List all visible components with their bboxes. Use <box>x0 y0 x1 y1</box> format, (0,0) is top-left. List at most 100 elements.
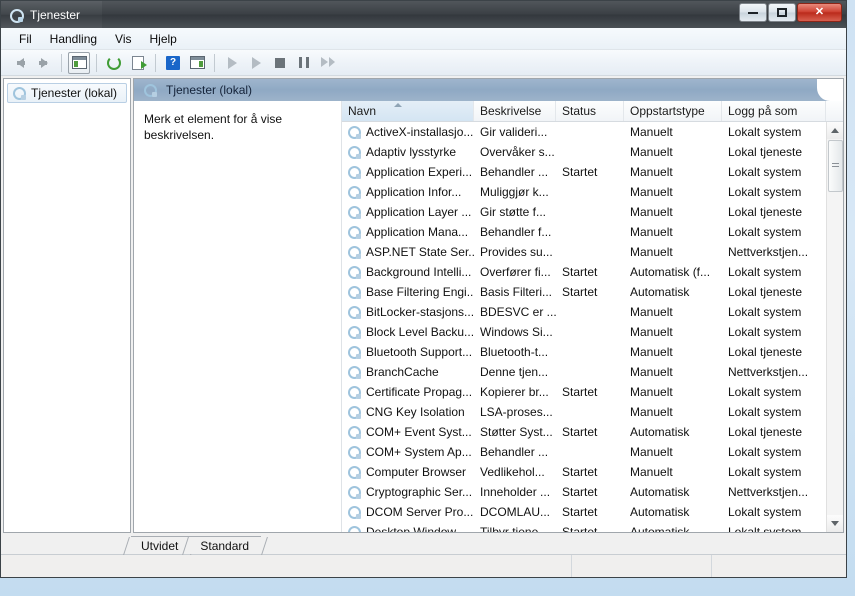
scroll-up-button[interactable] <box>826 122 843 139</box>
table-row[interactable]: DCOM Server Pro... DCOMLAU... Startet Autom… <box>342 502 826 522</box>
cell-logon: Lokal tjeneste <box>728 145 803 159</box>
sort-ascending-icon <box>393 103 402 107</box>
start-service-icon[interactable] <box>221 52 243 74</box>
cell-startup: Manuelt <box>630 325 673 339</box>
restart-service-icon[interactable] <box>317 52 339 74</box>
column-header-status[interactable]: Status <box>556 101 624 121</box>
service-name-label: Base Filtering Engi... <box>366 285 474 299</box>
title-bar: Tjenester ✕ <box>1 1 846 28</box>
tab-standard[interactable]: Standard <box>190 536 262 554</box>
table-row[interactable]: CNG Key Isolation LSA-proses... Manuelt Lok… <box>342 402 826 422</box>
minimize-button[interactable] <box>739 3 767 22</box>
cell-description: Behandler ... <box>480 165 549 179</box>
cell-description: Behandler f... <box>480 225 552 239</box>
resume-service-icon[interactable] <box>245 52 267 74</box>
column-header-oppstartstype[interactable]: Oppstartstype <box>624 101 722 121</box>
cell-status: Startet <box>562 425 598 439</box>
cell-logon: Lokal tjeneste <box>728 345 803 359</box>
table-row[interactable]: Application Infor... Muliggjør k... Manuel… <box>342 182 826 202</box>
service-name-label: ActiveX-installasjo... <box>366 125 474 139</box>
export-list-icon[interactable] <box>127 52 149 74</box>
cell-description: DCOMLAU... <box>480 505 551 519</box>
service-name-label: Block Level Backu... <box>366 325 474 339</box>
service-gear-icon <box>348 525 361 532</box>
scroll-thumb[interactable] <box>828 140 843 192</box>
detail-header: Tjenester (lokal) <box>134 79 843 101</box>
table-row[interactable]: COM+ Event Syst... Støtter Syst... Startet… <box>342 422 826 442</box>
column-header-navn[interactable]: Navn <box>342 101 474 121</box>
cell-logon: Lokalt system <box>728 125 802 139</box>
cell-startup: Manuelt <box>630 365 673 379</box>
status-section-3 <box>711 555 846 577</box>
toolbar-separator <box>214 53 215 72</box>
service-gear-icon <box>348 445 361 459</box>
menu-help[interactable]: Hjelp <box>142 29 185 49</box>
table-row[interactable]: Base Filtering Engi... Basis Filteri... St… <box>342 282 826 302</box>
detail-body: Merk et element for å vise beskrivelsen.… <box>134 101 843 532</box>
cell-logon: Lokal tjeneste <box>728 425 803 439</box>
table-row[interactable]: Application Mana... Behandler f... Manuelt… <box>342 222 826 242</box>
menu-bar: Fil Handling Vis Hjelp <box>1 28 846 50</box>
cell-description: Overvåker s... <box>480 145 555 159</box>
cell-description: Støtter Syst... <box>480 425 553 439</box>
table-row[interactable]: ActiveX-installasjo... Gir valideri... Man… <box>342 122 826 142</box>
service-gear-icon <box>348 485 361 499</box>
help-icon[interactable]: ? <box>162 52 184 74</box>
refresh-icon[interactable] <box>103 52 125 74</box>
table-row[interactable]: Application Experi... Behandler ... Starte… <box>342 162 826 182</box>
tree-node-services-local[interactable]: Tjenester (lokal) <box>7 83 127 103</box>
cell-startup: Manuelt <box>630 405 673 419</box>
menu-file[interactable]: Fil <box>11 29 40 49</box>
table-row[interactable]: Adaptiv lysstyrke Overvåker s... Manuelt Lo… <box>342 142 826 162</box>
cell-logon: Lokalt system <box>728 225 802 239</box>
service-gear-icon <box>348 285 361 299</box>
service-name-label: Application Mana... <box>366 225 469 239</box>
service-gear-icon <box>348 225 361 239</box>
table-row[interactable]: Certificate Propag... Kopierer br... Start… <box>342 382 826 402</box>
properties-icon[interactable] <box>186 52 208 74</box>
scroll-down-button[interactable] <box>826 515 843 532</box>
table-row[interactable]: BitLocker-stasjons... BDESVC er ... Manuel… <box>342 302 826 322</box>
service-gear-icon <box>348 265 361 279</box>
service-name-label: COM+ System Ap... <box>366 445 472 459</box>
maximize-button[interactable] <box>768 3 796 22</box>
table-row[interactable]: Desktop Window ... Tilbyr tjene... Startet… <box>342 522 826 532</box>
table-row[interactable]: COM+ System Ap... Behandler ... Manuelt Lok… <box>342 442 826 462</box>
cell-status: Startet <box>562 505 598 519</box>
table-row[interactable]: Block Level Backu... Windows Si... Manuelt… <box>342 322 826 342</box>
table-row[interactable]: Background Intelli... Overfører fi... Star… <box>342 262 826 282</box>
vertical-scrollbar[interactable] <box>826 122 843 532</box>
stop-service-icon[interactable] <box>269 52 291 74</box>
service-name-label: Application Experi... <box>366 165 473 179</box>
forward-arrow-icon[interactable] <box>33 52 55 74</box>
services-list: Navn Beskrivelse Status Oppstartstype Logg p… <box>342 101 843 532</box>
header-curve-decoration <box>817 79 843 101</box>
cell-logon: Lokalt system <box>728 385 802 399</box>
cell-startup: Manuelt <box>630 145 673 159</box>
back-arrow-icon[interactable] <box>9 52 31 74</box>
cell-status: Startet <box>562 385 598 399</box>
table-row[interactable]: Application Layer ... Gir støtte f... Manu… <box>342 202 826 222</box>
column-header-logg-på-som[interactable]: Logg på som <box>722 101 826 121</box>
table-row[interactable]: Bluetooth Support... Bluetooth-t... Manuel… <box>342 342 826 362</box>
service-gear-icon <box>348 325 361 339</box>
table-row[interactable]: Cryptographic Ser... Inneholder ... Starte… <box>342 482 826 502</box>
cell-startup: Automatisk <box>630 505 690 519</box>
menu-action[interactable]: Handling <box>42 29 105 49</box>
menu-view[interactable]: Vis <box>107 29 139 49</box>
close-button[interactable]: ✕ <box>797 3 842 22</box>
table-row[interactable]: Computer Browser Vedlikehol... Startet Manu… <box>342 462 826 482</box>
show-hide-tree-icon[interactable] <box>68 51 90 74</box>
table-row[interactable]: BranchCache Denne tjen... Manuelt Nettverks… <box>342 362 826 382</box>
services-gear-icon <box>144 83 157 97</box>
column-header-beskrivelse[interactable]: Beskrivelse <box>474 101 556 121</box>
tab-extended[interactable]: Utvidet <box>131 536 191 554</box>
cell-startup: Manuelt <box>630 305 673 319</box>
service-name-label: Background Intelli... <box>366 265 472 279</box>
table-row[interactable]: ASP.NET State Ser... Provides su... Manuel… <box>342 242 826 262</box>
cell-description: Basis Filteri... <box>480 285 553 299</box>
pause-service-icon[interactable] <box>293 52 315 74</box>
scroll-track[interactable] <box>826 139 843 515</box>
cell-logon: Lokalt system <box>728 185 802 199</box>
cell-name: Desktop Window ... <box>342 525 474 532</box>
